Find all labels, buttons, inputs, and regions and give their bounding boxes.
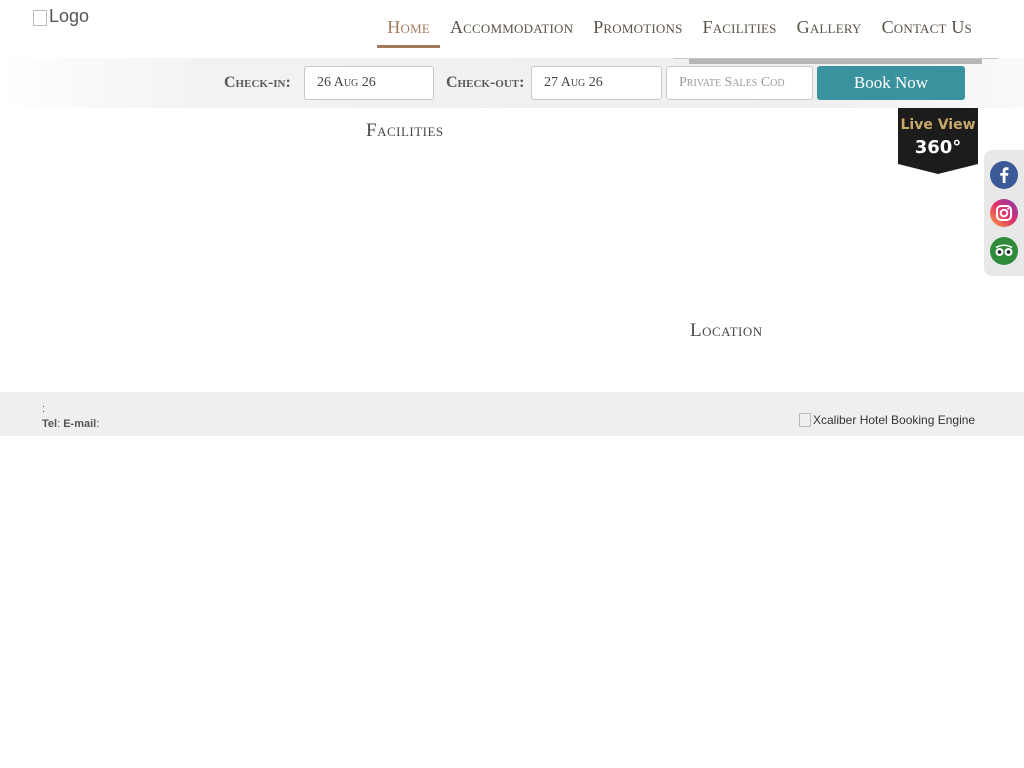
tel-value: : (57, 418, 61, 430)
footer-contact-line: Tel: E-mail: (42, 418, 99, 430)
broken-image-icon (33, 9, 47, 26)
live-view-360-badge[interactable]: Live View 360° (898, 108, 978, 174)
logo-alt-text: Logo (49, 6, 90, 26)
site-footer: : Tel: E-mail: Xcaliber Hotel Booking En… (0, 392, 1024, 436)
promo-code-input[interactable]: Private Sales Cod (666, 66, 813, 100)
live-view-label: Live View (900, 117, 976, 133)
nav-home[interactable]: Home (377, 0, 440, 48)
checkout-label: Check-out: (446, 74, 525, 91)
booking-engine-alt-text: Xcaliber Hotel Booking Engine (813, 413, 976, 427)
booking-bar: Check-in: 26 Aug 26 Check-out: 27 Aug 26… (0, 58, 1024, 108)
facilities-title: Facilities (366, 120, 444, 141)
email-label: E-mail (63, 418, 97, 430)
booking-engine-logo[interactable]: Xcaliber Hotel Booking Engine (799, 413, 975, 427)
checkin-input[interactable]: 26 Aug 26 (304, 66, 434, 100)
nav-accommodation[interactable]: Accommodation (440, 0, 583, 48)
checkout-input[interactable]: 27 Aug 26 (531, 66, 662, 100)
nav-shadow-bar (689, 59, 982, 64)
footer-address: : (42, 403, 46, 415)
nav-gallery[interactable]: Gallery (787, 0, 872, 48)
tripadvisor-icon[interactable] (990, 237, 1018, 265)
facebook-icon[interactable] (990, 161, 1018, 189)
logo[interactable]: Logo (33, 6, 89, 27)
email-value: : (96, 418, 100, 430)
nav-contact-us[interactable]: Contact Us (872, 0, 982, 48)
book-now-button[interactable]: Book Now (817, 66, 965, 100)
instagram-icon[interactable] (990, 199, 1018, 227)
nav-promotions[interactable]: Promotions (583, 0, 692, 48)
social-sidebar (984, 150, 1024, 276)
tel-label: Tel (42, 418, 58, 430)
site-header: Logo Home Accommodation Promotions Facil… (0, 0, 1024, 58)
main-nav: Home Accommodation Promotions Facilities… (377, 0, 982, 48)
broken-image-icon (799, 413, 811, 427)
location-title: Location (690, 320, 763, 341)
nav-facilities[interactable]: Facilities (693, 0, 787, 48)
live-view-360-label: 360° (914, 137, 962, 158)
checkin-label: Check-in: (224, 74, 291, 91)
